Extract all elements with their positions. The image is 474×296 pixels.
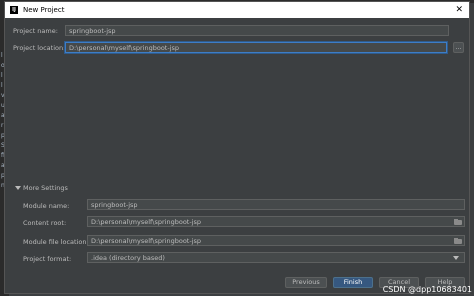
more-settings-toggle[interactable]: More Settings (23, 184, 68, 192)
new-project-dialog: IJ New Project ✕ Project name: springboo… (4, 1, 470, 294)
intellij-icon: IJ (10, 6, 18, 14)
project-format-select[interactable]: .idea (directory based) (87, 252, 465, 263)
folder-icon[interactable] (454, 238, 462, 244)
dialog-title: New Project (23, 6, 65, 14)
project-format-label: Project format: (23, 255, 72, 263)
module-name-input[interactable]: springboot-jsp (87, 199, 465, 210)
chevron-down-icon[interactable] (15, 186, 21, 190)
bg-text: l (1, 82, 3, 89)
project-name-input[interactable]: springboot-jsp (65, 25, 449, 36)
previous-button[interactable]: Previous (285, 277, 327, 288)
close-icon[interactable]: ✕ (455, 5, 463, 15)
dialog-titlebar[interactable]: IJ New Project ✕ (5, 2, 469, 18)
project-location-label: Project location: (13, 44, 66, 52)
module-name-label: Module name: (23, 202, 70, 210)
content-root-input[interactable]: D:\personal\myself\springboot-jsp (87, 216, 465, 227)
finish-button[interactable]: Finish (333, 277, 373, 288)
folder-icon[interactable] (454, 219, 462, 225)
content-root-label: Content root: (23, 219, 67, 227)
chevron-down-icon (453, 256, 459, 260)
bg-text: l (1, 52, 3, 59)
module-file-location-label: Module file location: (23, 238, 89, 246)
bg-text: l (1, 72, 3, 79)
module-file-location-input[interactable]: D:\personal\myself\springboot-jsp (87, 235, 465, 246)
csdn-watermark: CSDN @dpp10683401 (382, 285, 472, 294)
browse-location-button[interactable]: ... (453, 42, 464, 53)
project-location-input[interactable]: D:\personal\myself\springboot-jsp (65, 42, 447, 53)
project-name-label: Project name: (13, 27, 58, 35)
